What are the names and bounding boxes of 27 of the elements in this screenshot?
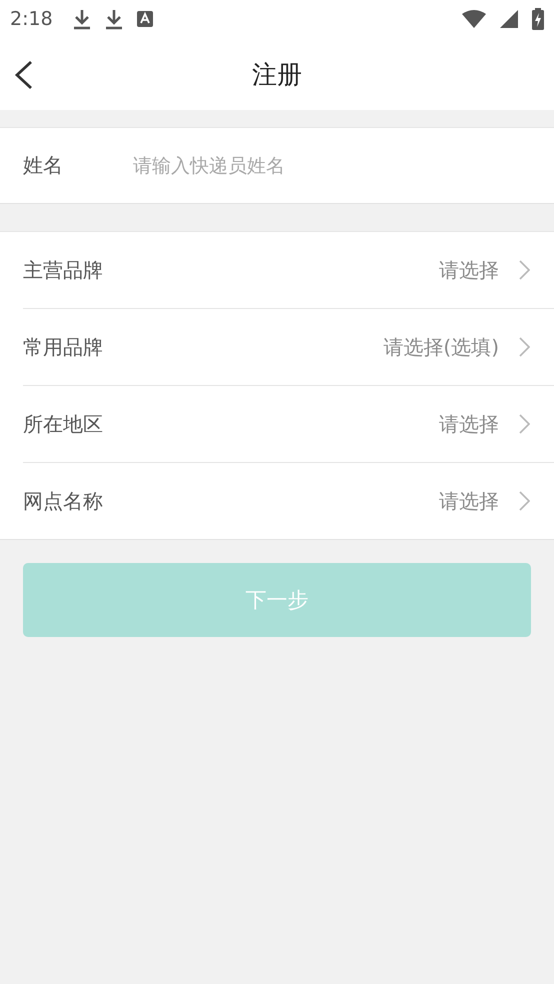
row-label: 所在地区 (23, 410, 103, 438)
back-icon[interactable] (14, 60, 34, 90)
name-input[interactable]: 请输入快递员姓名 (133, 154, 554, 176)
select-row[interactable]: 所在地区 请选择 (23, 385, 554, 462)
chevron-icon (519, 491, 530, 511)
signal-icon (500, 10, 518, 28)
row-label: 主营品牌 (23, 256, 103, 284)
select-row[interactable]: 网点名称 请选择 (23, 462, 554, 539)
wifi-icon (462, 10, 486, 28)
chevron-icon (519, 260, 530, 280)
select-row[interactable]: 常用品牌 请选择(选填) (23, 308, 554, 385)
row-label: 常用品牌 (23, 334, 103, 360)
row-value: 请选择 (439, 256, 499, 284)
row-label: 网点名称 (23, 488, 103, 514)
row-value: 请选择 (439, 410, 499, 438)
status-time: 2:18 (10, 8, 53, 30)
battery-icon (532, 8, 544, 30)
download-icon (72, 8, 91, 30)
field-label: 姓名 (23, 152, 63, 179)
page-title: 注册 (252, 58, 302, 90)
chevron-icon (519, 337, 530, 357)
row-value: 请选择 (439, 488, 499, 514)
row-value: 请选择(选填) (383, 334, 499, 360)
chevron-icon (519, 414, 530, 434)
select-row[interactable]: 主营品牌 请选择 (23, 232, 554, 308)
download-icon (104, 8, 123, 30)
app-icon (136, 11, 153, 27)
